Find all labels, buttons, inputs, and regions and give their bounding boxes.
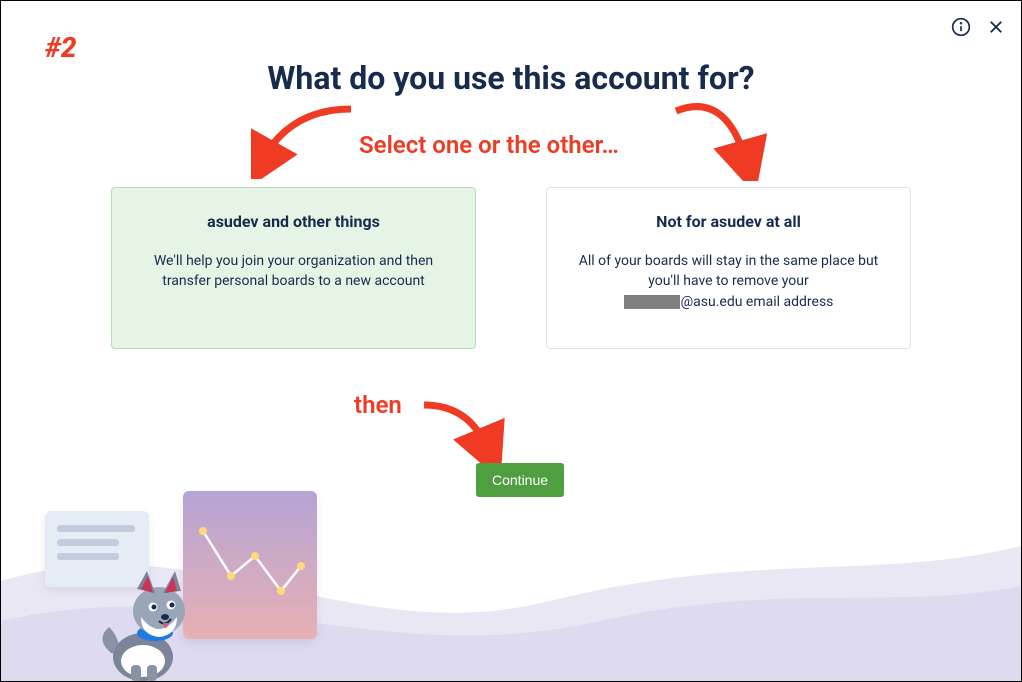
- option-b-description: All of your boards will stay in the same…: [573, 251, 884, 312]
- annotation-select-text: Select one or the other…: [359, 131, 619, 159]
- info-icon[interactable]: [949, 15, 973, 39]
- option-b-email-domain: @asu.edu email address: [681, 294, 834, 310]
- option-not-for-asudev[interactable]: Not for asudev at all All of your boards…: [546, 187, 911, 349]
- page-title: What do you use this account for?: [1, 59, 1021, 97]
- annotation-step-number: #2: [45, 31, 77, 64]
- option-a-title: asudev and other things: [138, 212, 449, 231]
- annotation-then-text: then: [354, 391, 402, 419]
- annotation-arrow-right-icon: [671, 91, 771, 181]
- option-b-line1: All of your boards will stay in the same…: [579, 253, 879, 289]
- continue-button[interactable]: Continue: [476, 463, 564, 497]
- annotation-arrow-then-icon: [419, 393, 509, 463]
- decorative-illustration: [45, 481, 325, 681]
- option-asudev-and-other[interactable]: asudev and other things We'll help you j…: [111, 187, 476, 349]
- redacted-email-user: [624, 295, 680, 309]
- taco-mascot-icon: [99, 561, 209, 681]
- close-icon[interactable]: [985, 16, 1007, 38]
- option-b-title: Not for asudev at all: [573, 212, 884, 231]
- option-a-description: We'll help you join your organization an…: [138, 251, 449, 292]
- annotation-arrow-left-icon: [251, 99, 361, 179]
